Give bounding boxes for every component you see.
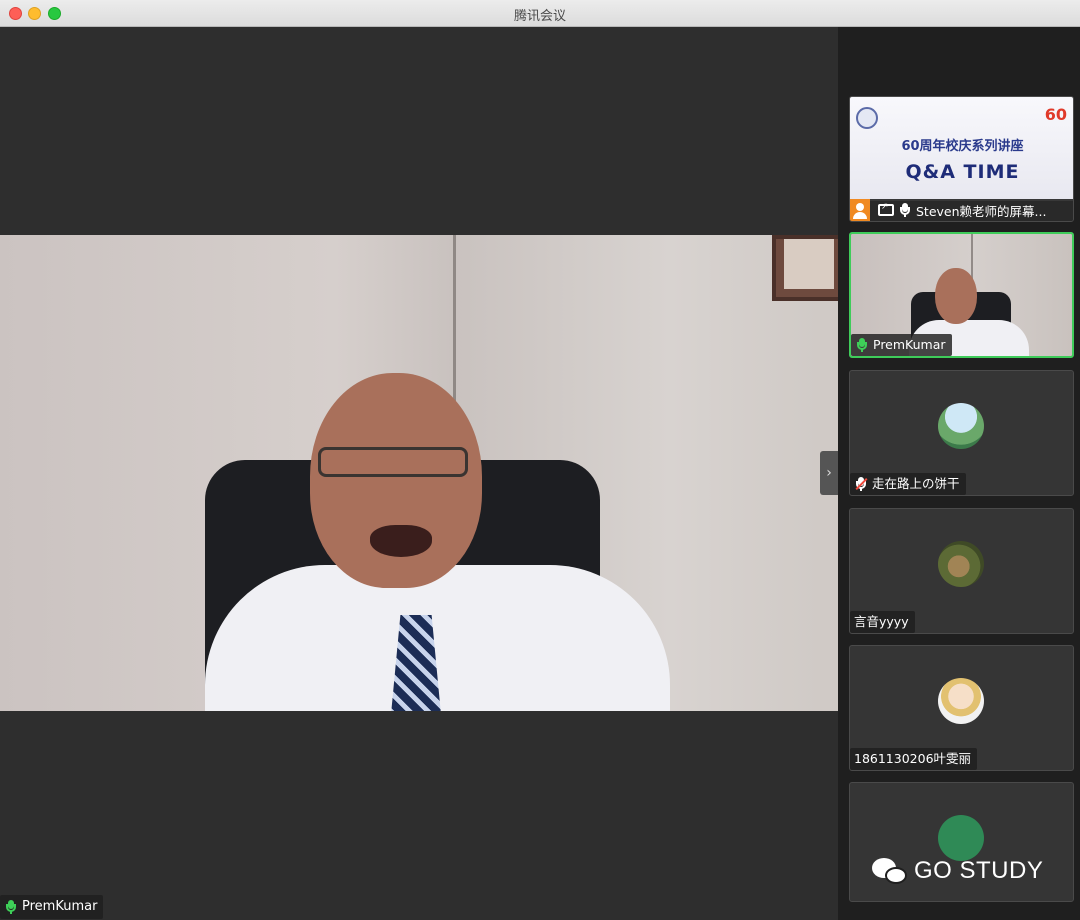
screen-share-tile[interactable]: 60 60周年校庆系列讲座 Q&A TIME Steven赖老师的屏幕...: [849, 96, 1074, 222]
shared-slide-preview: 60 60周年校庆系列讲座 Q&A TIME: [850, 97, 1073, 201]
participant-tile-premkumar[interactable]: PremKumar: [849, 232, 1074, 358]
video-glasses: [318, 447, 468, 477]
main-speaker-name-badge: PremKumar: [0, 895, 104, 919]
participant-name: 言音yyyy: [854, 614, 909, 629]
anniversary-logo: 60: [1044, 105, 1067, 124]
participant-name-badge: PremKumar: [851, 334, 952, 356]
participant-name: 1861130206叶雯丽: [854, 751, 972, 766]
slide-title: Q&A TIME: [905, 161, 1020, 183]
participant-avatar: [938, 678, 984, 724]
window-title: 腾讯会议: [513, 9, 566, 24]
participant-tile-2[interactable]: 走在路上の饼干: [849, 370, 1074, 496]
wechat-icon: [872, 856, 908, 886]
participant-tile-4[interactable]: 1861130206叶雯丽: [849, 645, 1074, 771]
participant-name: 走在路上の饼干: [872, 476, 960, 491]
participant-avatar: [938, 403, 984, 449]
participant-avatar: [938, 541, 984, 587]
participant-avatar: [938, 815, 984, 861]
participant-sidebar: 60 60周年校庆系列讲座 Q&A TIME Steven赖老师的屏幕... P…: [838, 27, 1080, 920]
slide-heading: 60周年校庆系列讲座: [901, 139, 1024, 154]
host-user-icon: [850, 199, 870, 221]
main-speaker-video[interactable]: [0, 235, 838, 711]
collapse-sidebar-button[interactable]: ›: [820, 451, 838, 495]
main-video-area: › PremKumar: [0, 27, 838, 920]
watermark-text: GO STUDY: [914, 857, 1044, 884]
mic-active-icon: [855, 337, 869, 353]
video-wall-picture: [772, 235, 838, 301]
chevron-right-icon: ›: [826, 465, 832, 481]
university-logo-icon: [856, 107, 878, 129]
watermark: GO STUDY: [872, 856, 1043, 886]
screen-share-label: Steven赖老师的屏幕...: [916, 203, 1047, 219]
mic-muted-icon: [854, 476, 868, 492]
participant-name-badge: 1861130206叶雯丽: [850, 748, 978, 770]
participant-name: PremKumar: [873, 337, 946, 352]
mic-icon: [898, 202, 912, 218]
participant-tile-3[interactable]: 言音yyyy: [849, 508, 1074, 634]
participant-name-badge: 言音yyyy: [850, 611, 915, 633]
main-speaker-name: PremKumar: [22, 899, 98, 914]
video-mouth: [370, 525, 432, 557]
screen-share-label-bar: Steven赖老师的屏幕...: [850, 199, 1073, 221]
mic-active-icon: [4, 899, 18, 915]
window-titlebar: 腾讯会议: [0, 0, 1080, 27]
screen-share-icon: [878, 202, 894, 216]
participant-name-badge: 走在路上の饼干: [850, 473, 966, 495]
